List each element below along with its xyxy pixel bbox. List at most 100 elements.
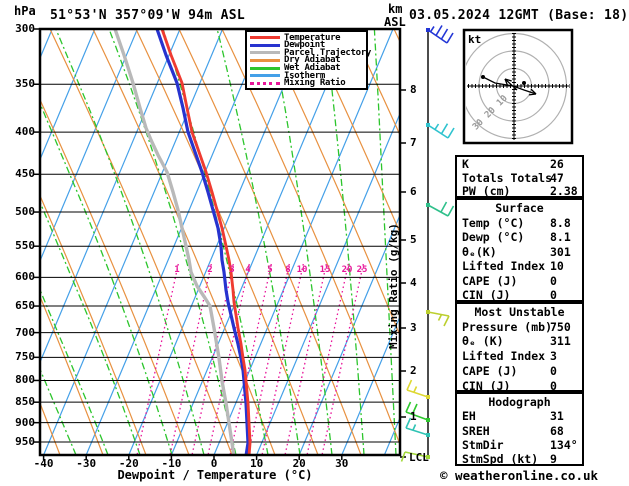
stat-label: θₑ(K) xyxy=(462,244,497,259)
km-tick-label: 4 xyxy=(410,276,417,289)
legend-row: Mixing Ratio xyxy=(250,78,364,89)
stat-row: Dewp (°C) 8.1 xyxy=(462,230,582,245)
pressure-tick-label: 450 xyxy=(15,167,35,181)
wind-barb xyxy=(406,379,430,399)
wind-barb-feather xyxy=(435,25,443,36)
wind-barb-feather xyxy=(440,123,449,135)
stat-value: 0 xyxy=(550,378,557,393)
wind-barb-feather xyxy=(443,315,450,327)
pressure-tick-label: 850 xyxy=(15,395,35,409)
legend-swatch-dewpoint xyxy=(250,43,280,47)
wind-barb-feather xyxy=(412,424,417,431)
wet-adiabat-line xyxy=(599,29,620,455)
stat-value: 8.8 xyxy=(550,215,571,230)
stat-value: 0 xyxy=(550,273,557,288)
mixing-ratio-label: 25 xyxy=(356,265,368,275)
pressure-tick-label: 500 xyxy=(15,205,35,219)
stat-row: StmSpd (kt) 9 xyxy=(462,452,582,466)
wind-barb-feather xyxy=(413,386,418,393)
stats-box3: Most Unstable Pressure (mb) 750 θₑ (K) 311 Li… xyxy=(455,302,584,394)
pressure-tick-label: 650 xyxy=(15,299,35,313)
arrow-head xyxy=(528,93,537,96)
stats-section-title: Most Unstable xyxy=(474,305,565,319)
stats-section-title: Hodograph xyxy=(488,395,551,409)
stat-label: Temp (°C) xyxy=(462,215,525,230)
temp-tick-label: -40 xyxy=(33,457,54,470)
stat-label: K xyxy=(462,157,469,171)
stat-value: 31 xyxy=(550,409,564,424)
stat-label: StmSpd (kt) xyxy=(462,452,539,467)
footer-credit: © weatheronline.co.uk xyxy=(440,468,599,483)
stat-label: Totals Totals xyxy=(462,170,553,185)
mixing-ratio-label: 10 xyxy=(296,265,308,275)
stats-box1: K 26 Totals Totals 47 PW (cm) 2.38 xyxy=(455,155,584,198)
mixing-ratio-label: 15 xyxy=(319,265,331,275)
mixing-ratio-label: 2 xyxy=(207,265,213,275)
wind-barb-feather xyxy=(440,28,449,40)
isotherm-line xyxy=(128,29,309,455)
stat-value: 68 xyxy=(550,423,564,438)
mixing-ratio-label: 5 xyxy=(267,265,273,275)
stats-section-title: Surface xyxy=(495,201,544,215)
wind-barb-feather xyxy=(406,379,413,391)
stat-row: K 26 xyxy=(462,157,582,172)
legend-swatch-dry-adiabat xyxy=(250,58,280,62)
legend-label: Mixing Ratio xyxy=(284,78,346,89)
chart-legend: Temperature Dewpoint Parcel Trajectory Dry … xyxy=(245,30,371,90)
legend-swatch-mixing-ratio xyxy=(250,81,280,85)
stat-label: CAPE (J) xyxy=(462,363,518,378)
wet-adiabat-line xyxy=(270,29,333,455)
dry-adiabat-line xyxy=(264,29,400,338)
stat-row: θₑ(K) 301 xyxy=(462,245,582,260)
x-axis-caption: Dewpoint / Temperature (°C) xyxy=(117,468,313,482)
legend-swatch-wet-adiabat xyxy=(250,66,280,70)
pressure-tick-label: 300 xyxy=(15,22,35,35)
mixing-ratio-line xyxy=(169,263,212,455)
legend-swatch-temperature xyxy=(250,36,280,39)
pressure-tick-label: 800 xyxy=(15,373,35,387)
lcl-label: LCL xyxy=(409,451,429,464)
km-tick-label: 3 xyxy=(410,321,417,334)
stat-row: CIN (J) 0 xyxy=(462,379,582,394)
stat-value: 8.1 xyxy=(550,230,571,244)
mixing-ratio-axis-caption: Mixing Ratio (g/kg) xyxy=(387,223,400,349)
stat-value: 311 xyxy=(550,334,571,349)
hodograph-trace-dot xyxy=(481,75,485,79)
pressure-tick-label: 350 xyxy=(15,77,35,91)
hodograph-trace-dot xyxy=(522,81,526,85)
wind-barb xyxy=(426,123,455,139)
stat-row: EH 31 xyxy=(462,409,582,423)
km-tick-label: 7 xyxy=(410,136,417,149)
dry-adiabat-line xyxy=(49,29,233,455)
stat-row: Totals Totals 47 xyxy=(462,170,582,186)
wind-barb-feather xyxy=(447,205,455,217)
isotherm-line xyxy=(85,29,266,455)
stat-label: SREH xyxy=(462,423,490,438)
pressure-tick-label: 950 xyxy=(15,435,35,449)
stat-value: 0 xyxy=(550,288,557,302)
stat-row: Lifted Index 3 xyxy=(462,349,582,364)
wind-barb-staff xyxy=(405,427,429,436)
stat-value: 10 xyxy=(550,259,564,273)
wind-barb-staff xyxy=(406,389,429,398)
pressure-tick-label: 600 xyxy=(15,270,35,284)
wind-barb-staff xyxy=(427,311,450,317)
wet-adiabat-line xyxy=(108,29,237,455)
stat-row: StmDir 134° xyxy=(462,438,582,452)
stat-label: θₑ (K) xyxy=(462,334,504,349)
km-tick-label: 8 xyxy=(410,83,417,96)
stat-value: 134° xyxy=(550,437,578,452)
wind-barb-feather xyxy=(437,314,443,321)
stat-value: 47 xyxy=(550,170,564,185)
mixing-ratio-label: 4 xyxy=(245,265,251,275)
stat-value: 26 xyxy=(550,157,564,171)
pressure-tick-label: 700 xyxy=(15,325,35,339)
stat-value: 3 xyxy=(550,349,557,364)
stat-row: CAPE (J) 0 xyxy=(462,364,582,379)
stat-row: CIN (J) 0 xyxy=(462,288,582,303)
wet-adiabat-line xyxy=(216,29,301,455)
stat-row: PW (cm) 2.38 xyxy=(462,184,582,199)
stat-row: Pressure (mb) 750 xyxy=(462,320,582,335)
stat-row: CAPE (J) 0 xyxy=(462,274,582,289)
km-tick-label: 2 xyxy=(410,364,417,377)
